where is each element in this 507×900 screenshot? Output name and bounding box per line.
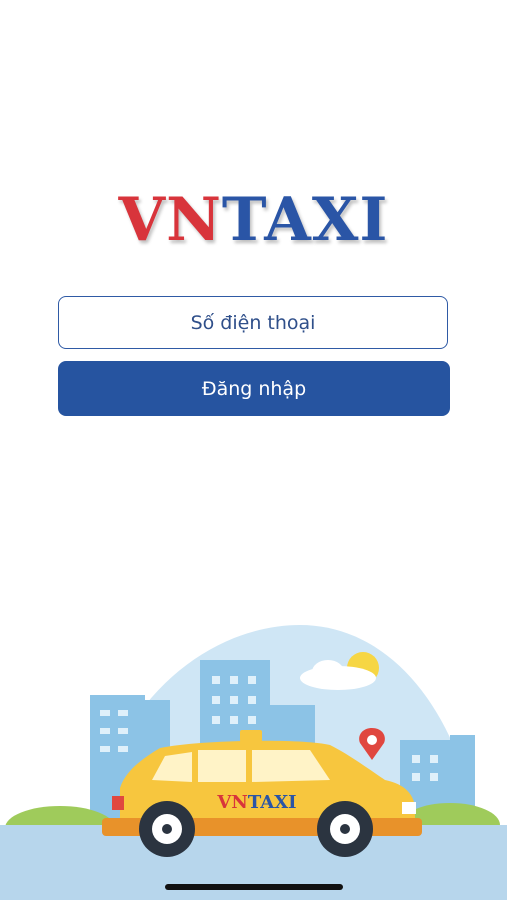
home-indicator[interactable] (165, 884, 343, 890)
taxi-city-illustration: VNTAXI (0, 625, 507, 900)
taxi-brand-text: VNTAXI (216, 792, 296, 813)
logo-vn: VN (118, 185, 222, 255)
app-logo: VNTAXI (0, 188, 507, 252)
login-button[interactable]: Đăng nhập (58, 361, 450, 416)
logo-taxi: TAXI (221, 185, 389, 255)
phone-number-input[interactable] (58, 296, 448, 349)
